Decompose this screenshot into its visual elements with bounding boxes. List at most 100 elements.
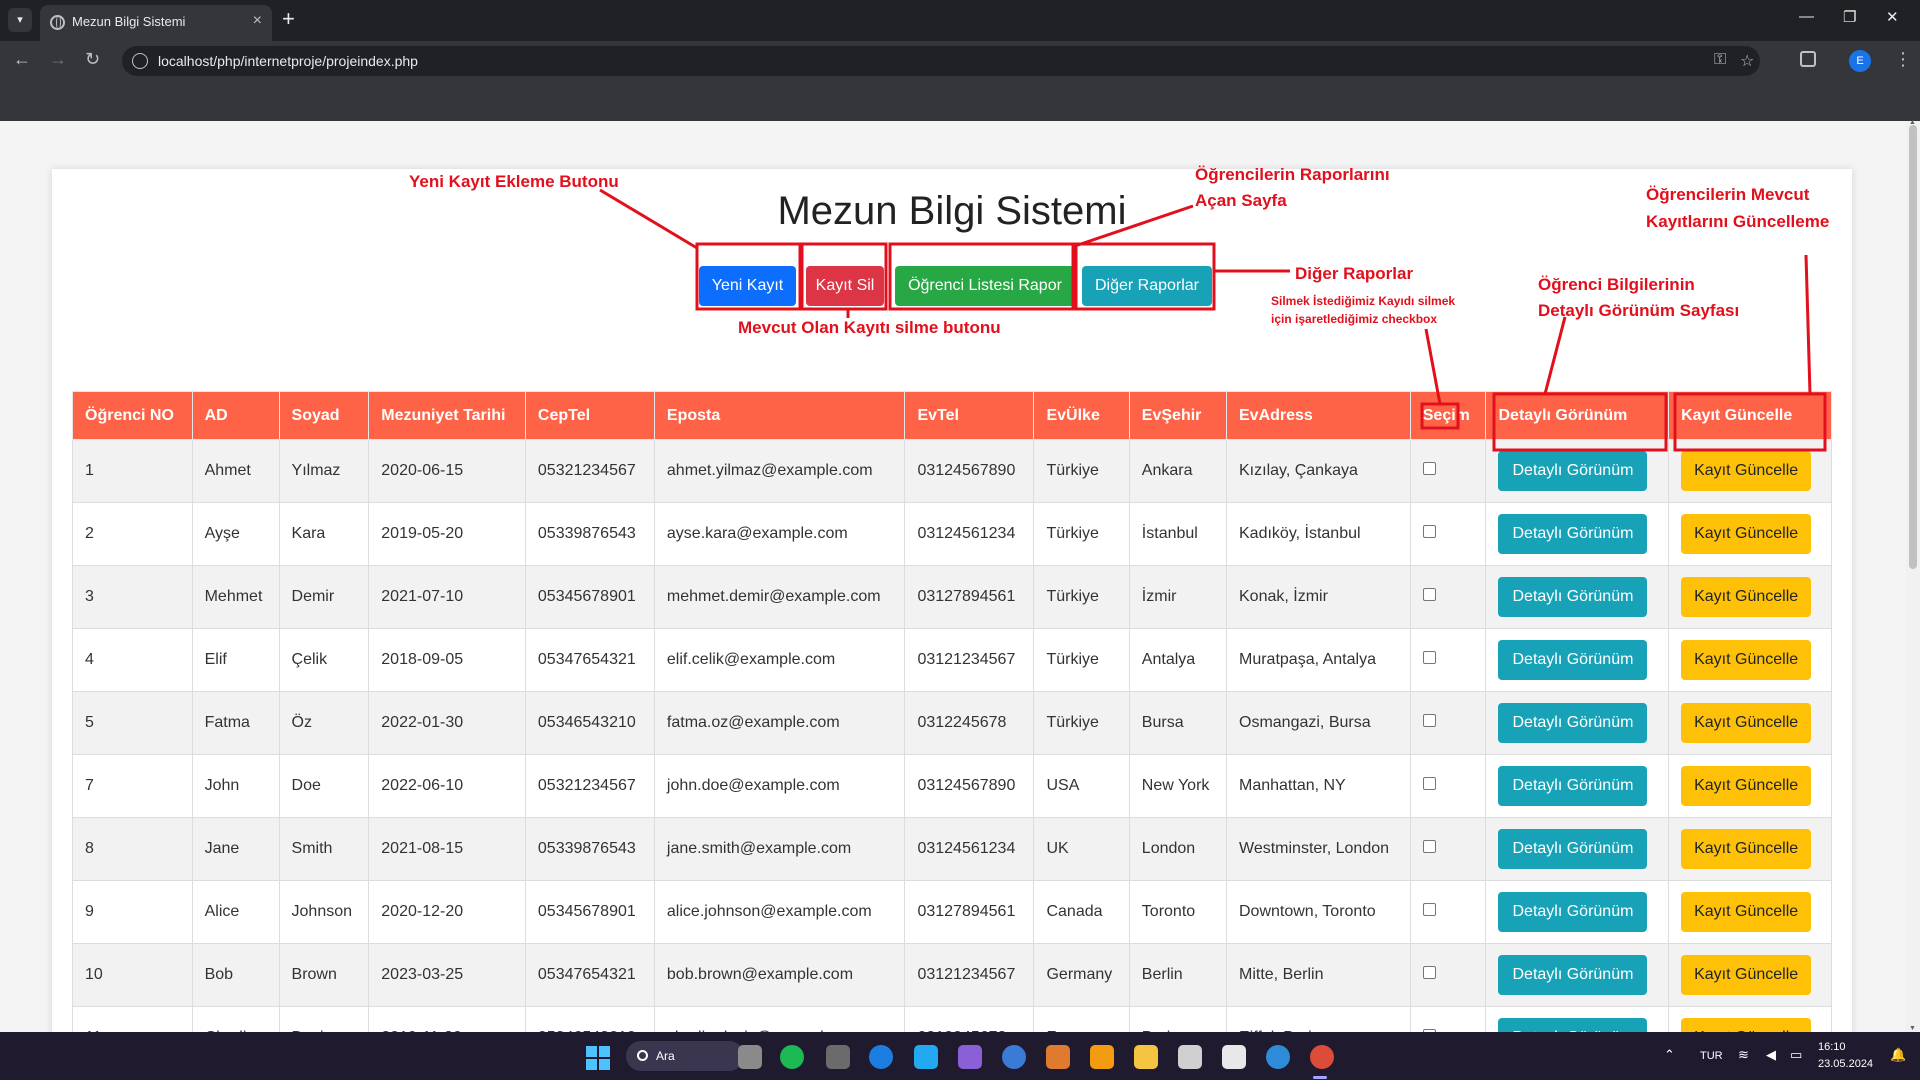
update-record-button[interactable]: Kayıt Güncelle [1681,451,1812,491]
xampp-icon[interactable] [1090,1045,1114,1069]
firefox-icon[interactable] [869,1045,893,1069]
forward-arrow-icon[interactable]: → [49,49,67,69]
row-select-checkbox[interactable] [1422,588,1436,601]
update-record-button[interactable]: Kayıt Güncelle [1681,514,1812,554]
selection-cell [1409,691,1487,755]
update-record-button[interactable]: Kayıt Güncelle [1681,955,1812,995]
detail-view-button[interactable]: Detaylı Görünüm [1498,1018,1648,1032]
row-select-checkbox[interactable] [1422,714,1436,727]
minimize-window-icon[interactable]: — [1799,8,1814,25]
tray-chevron-up-icon[interactable]: ⌃ [1664,1047,1675,1063]
table-cell: Bursa [1128,691,1228,755]
row-select-checkbox[interactable] [1422,840,1436,853]
update-record-button[interactable]: Kayıt Güncelle [1681,766,1812,806]
spotify-icon[interactable] [780,1045,804,1069]
profile-avatar[interactable]: E [1849,50,1871,72]
detail-view-button[interactable]: Detaylı Görünüm [1498,640,1648,680]
new-record-button[interactable]: Yeni Kayıt [699,266,796,306]
table-cell: elif.celik@example.com [653,628,906,692]
column-header: Mezuniyet Tarihi [368,391,526,440]
table-cell: 4 [72,628,193,692]
snipping-tool-icon[interactable] [1178,1045,1202,1069]
row-select-checkbox[interactable] [1422,525,1436,538]
language-indicator[interactable]: TUR [1700,1050,1723,1062]
selection-cell [1409,754,1487,818]
scroll-down-arrow-icon[interactable]: ▼ [1909,1025,1916,1032]
update-cell: Kayıt Güncelle [1668,880,1832,944]
detail-view-button[interactable]: Detaylı Görünüm [1498,829,1648,869]
vscode-icon[interactable] [914,1045,938,1069]
update-cell: Kayıt Güncelle [1668,565,1832,629]
page-title: Mezun Bilgi Sistemi [777,189,1127,233]
update-record-button[interactable]: Kayıt Güncelle [1681,1018,1812,1032]
delete-record-button[interactable]: Kayıt Sil [806,266,884,306]
row-select-checkbox[interactable] [1422,966,1436,979]
update-record-button[interactable]: Kayıt Güncelle [1681,829,1812,869]
app-hexagon-icon[interactable] [826,1045,850,1069]
row-select-checkbox[interactable] [1422,777,1436,790]
battery-icon[interactable]: ▭ [1790,1047,1802,1063]
row-select-checkbox[interactable] [1422,903,1436,916]
extensions-puzzle-icon[interactable] [1800,51,1816,67]
restore-window-icon[interactable]: ❐ [1843,8,1856,26]
edge-icon[interactable] [1266,1045,1290,1069]
update-record-button[interactable]: Kayıt Güncelle [1681,892,1812,932]
new-tab-button[interactable]: + [282,7,295,31]
selection-cell [1409,628,1487,692]
detail-view-button[interactable]: Detaylı Görünüm [1498,451,1648,491]
update-record-button[interactable]: Kayıt Güncelle [1681,577,1812,617]
reload-icon[interactable]: ↻ [85,49,100,69]
sublime-icon[interactable] [1046,1045,1070,1069]
tab-search-chevron-icon[interactable]: ▾ [8,8,32,32]
table-cell: Smith [278,817,370,881]
url-text[interactable]: localhost/php/internetproje/projeindex.p… [158,53,418,69]
table-cell: Demir [278,565,370,629]
detail-view-button[interactable]: Detaylı Görünüm [1498,514,1648,554]
app-store-icon[interactable] [1002,1045,1026,1069]
column-header: Soyad [278,391,370,440]
visual-studio-icon[interactable] [958,1045,982,1069]
clock-date[interactable]: 23.05.2024 [1818,1058,1873,1070]
row-select-checkbox[interactable] [1422,462,1436,475]
table-cell: 7 [72,754,193,818]
browser-tab[interactable]: Mezun Bilgi Sistemi × [40,5,272,41]
selection-cell [1409,880,1487,944]
page-scrollbar[interactable]: ▲ ▼ [1906,119,1920,1032]
clock-time[interactable]: 16:10 [1818,1041,1846,1053]
table-cell: Eiffel, Paris [1226,1006,1411,1032]
update-record-button[interactable]: Kayıt Güncelle [1681,703,1812,743]
password-key-icon[interactable]: ⚿ [1714,51,1726,69]
detail-view-button[interactable]: Detaylı Görünüm [1498,577,1648,617]
detail-view-button[interactable]: Detaylı Görünüm [1498,703,1648,743]
scrollbar-thumb[interactable] [1909,125,1917,569]
student-list-report-button[interactable]: Öğrenci Listesi Rapor [895,266,1075,306]
windows-start-icon[interactable] [586,1046,610,1070]
table-cell: Alice [191,880,280,944]
site-info-icon[interactable] [132,53,148,69]
taskbar-search-box[interactable]: Ara [626,1041,744,1071]
column-header: EvÜlke [1033,391,1130,440]
microsoft-store-icon[interactable] [1222,1045,1246,1069]
table-cell: Türkiye [1033,565,1130,629]
table-cell: London [1128,817,1228,881]
update-record-button[interactable]: Kayıt Güncelle [1681,640,1812,680]
task-view-icon[interactable] [738,1045,762,1069]
detail-view-button[interactable]: Detaylı Görünüm [1498,766,1648,806]
table-cell: John [191,754,280,818]
close-window-icon[interactable]: ✕ [1886,8,1899,26]
volume-icon[interactable]: ◀ [1766,1047,1776,1063]
file-explorer-icon[interactable] [1134,1045,1158,1069]
close-tab-icon[interactable]: × [253,12,262,30]
address-bar[interactable]: localhost/php/internetproje/projeindex.p… [122,46,1760,76]
active-app-indicator [1313,1076,1327,1079]
wifi-icon[interactable]: ≋ [1738,1047,1749,1063]
notification-bell-icon[interactable]: 🔔 [1890,1047,1906,1063]
back-arrow-icon[interactable]: ← [13,49,31,69]
other-reports-button[interactable]: Diğer Raporlar [1082,266,1212,306]
browser-menu-icon[interactable]: ⋮ [1894,49,1912,70]
detail-view-button[interactable]: Detaylı Görünüm [1498,955,1648,995]
detail-view-button[interactable]: Detaylı Görünüm [1498,892,1648,932]
row-select-checkbox[interactable] [1422,651,1436,664]
chrome-icon[interactable] [1310,1045,1334,1069]
bookmark-star-icon[interactable]: ☆ [1740,51,1754,71]
